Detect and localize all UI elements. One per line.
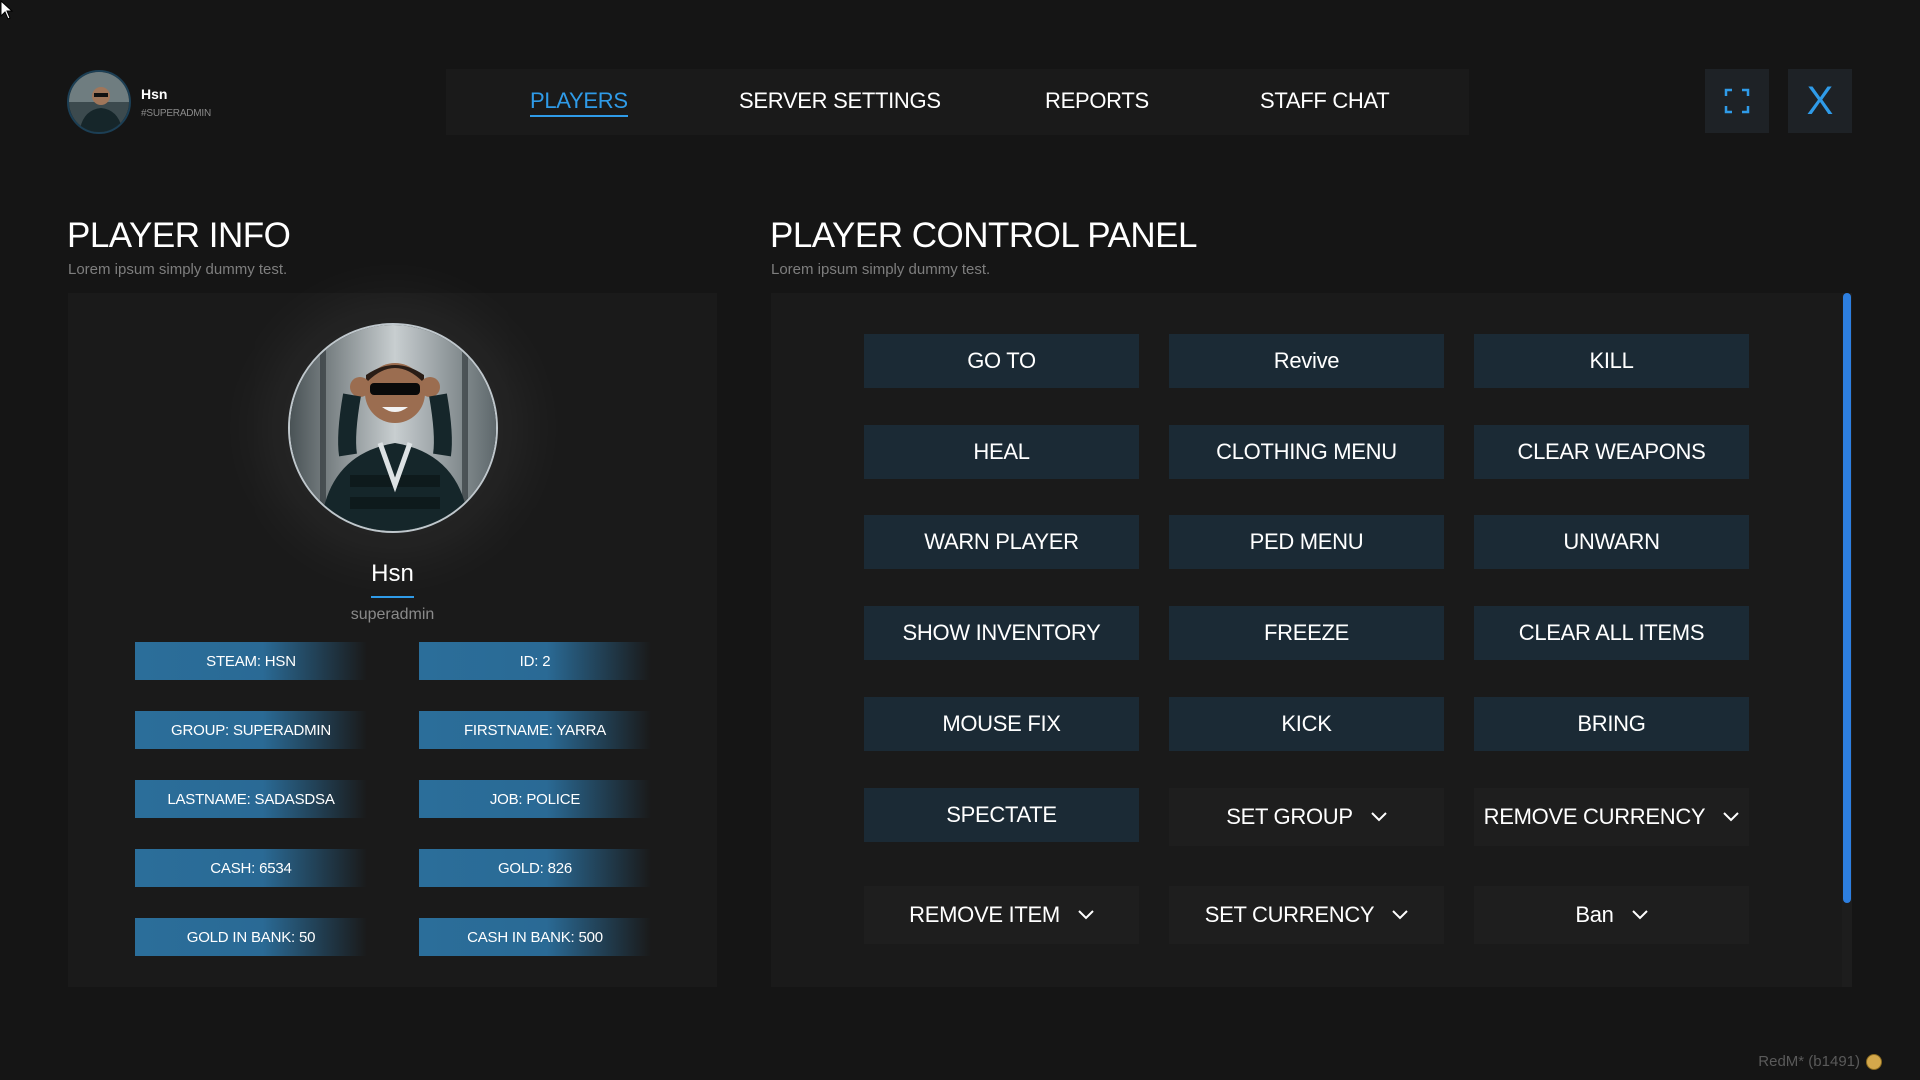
chevron-down-icon: [1392, 910, 1408, 920]
set-group-dropdown[interactable]: SET GROUP: [1169, 788, 1444, 846]
scrollbar[interactable]: [1842, 293, 1852, 987]
control-panel-subtitle: Lorem ipsum simply dummy test.: [771, 261, 991, 278]
stat-job: JOB: POLICE: [419, 780, 651, 818]
stat-lastname: LASTNAME: SADASDSA: [135, 780, 367, 818]
mouse-cursor-icon: [0, 0, 14, 20]
tab-staff-chat[interactable]: STAFF CHAT: [1260, 88, 1390, 114]
stat-gold-in-bank: GOLD IN BANK: 50: [135, 918, 367, 956]
avatar: [67, 70, 131, 134]
version-label: RedM* (b1491): [1758, 1053, 1882, 1070]
user-name: Hsn: [141, 85, 168, 102]
tab-server-settings[interactable]: SERVER SETTINGS: [739, 88, 941, 114]
remove-item-dropdown[interactable]: REMOVE ITEM: [864, 886, 1139, 944]
name-underline: [371, 596, 414, 598]
heal-button[interactable]: HEAL: [864, 425, 1139, 479]
spectate-button[interactable]: SPECTATE: [864, 788, 1139, 842]
player-name: Hsn: [371, 560, 414, 587]
close-button[interactable]: X: [1788, 69, 1852, 133]
player-info-title: PLAYER INFO: [67, 216, 291, 255]
remove-currency-dropdown[interactable]: REMOVE CURRENCY: [1474, 788, 1749, 846]
control-panel-card: GO TO Revive KILL HEAL CLOTHING MENU CLE…: [771, 293, 1852, 987]
set-currency-dropdown[interactable]: SET CURRENCY: [1169, 886, 1444, 944]
kill-button[interactable]: KILL: [1474, 334, 1749, 388]
set-group-label: SET GROUP: [1226, 804, 1353, 829]
bring-button[interactable]: BRING: [1474, 697, 1749, 751]
stat-firstname: FIRSTNAME: YARRA: [419, 711, 651, 749]
close-icon: X: [1806, 78, 1834, 123]
mouse-fix-button[interactable]: MOUSE FIX: [864, 697, 1139, 751]
stat-id: ID: 2: [419, 642, 651, 680]
clothing-menu-button[interactable]: CLOTHING MENU: [1169, 425, 1444, 479]
player-avatar: [288, 323, 498, 533]
chevron-down-icon: [1078, 910, 1094, 920]
set-currency-label: SET CURRENCY: [1204, 902, 1375, 927]
stat-cash: CASH: 6534: [135, 849, 367, 887]
remove-currency-label: REMOVE CURRENCY: [1483, 804, 1706, 829]
stat-cash-in-bank: CASH IN BANK: 500: [419, 918, 651, 956]
tab-players[interactable]: PLAYERS: [530, 88, 628, 117]
user-profile: Hsn #SUPERADMIN: [67, 70, 211, 134]
fullscreen-button[interactable]: [1705, 69, 1769, 133]
player-rank: superadmin: [350, 606, 435, 623]
freeze-button[interactable]: FREEZE: [1169, 606, 1444, 660]
version-text: RedM* (b1491): [1758, 1053, 1860, 1070]
show-inventory-button[interactable]: SHOW INVENTORY: [864, 606, 1139, 660]
chevron-down-icon: [1631, 910, 1648, 920]
player-avatar-wrap: [288, 323, 498, 533]
user-role: #SUPERADMIN: [141, 107, 212, 119]
player-info-subtitle: Lorem ipsum simply dummy test.: [68, 261, 288, 278]
main-nav: PLAYERS SERVER SETTINGS REPORTS STAFF CH…: [446, 69, 1469, 135]
scrollbar-thumb[interactable]: [1843, 293, 1851, 903]
goto-button[interactable]: GO TO: [864, 334, 1139, 388]
remove-item-label: REMOVE ITEM: [909, 902, 1060, 927]
stat-steam: STEAM: HSN: [135, 642, 367, 680]
clear-weapons-button[interactable]: CLEAR WEAPONS: [1474, 425, 1749, 479]
control-panel-title: PLAYER CONTROL PANEL: [770, 216, 1197, 255]
chevron-down-icon: [1723, 812, 1740, 822]
clear-all-items-button[interactable]: CLEAR ALL ITEMS: [1474, 606, 1749, 660]
ban-dropdown[interactable]: Ban: [1474, 886, 1749, 944]
player-info-card: Hsn superadmin STEAM: HSN ID: 2 GROUP: S…: [68, 293, 717, 987]
stat-group: GROUP: SUPERADMIN: [135, 711, 367, 749]
stat-gold: GOLD: 826: [419, 849, 651, 887]
ped-menu-button[interactable]: PED MENU: [1169, 515, 1444, 569]
warn-player-button[interactable]: WARN PLAYER: [864, 515, 1139, 569]
chevron-down-icon: [1371, 812, 1387, 822]
kick-button[interactable]: KICK: [1169, 697, 1444, 751]
ban-label: Ban: [1575, 902, 1614, 927]
redm-logo-icon: [1866, 1053, 1882, 1070]
unwarn-button[interactable]: UNWARN: [1474, 515, 1749, 569]
revive-button[interactable]: Revive: [1169, 334, 1444, 388]
tab-reports[interactable]: REPORTS: [1045, 88, 1149, 114]
fullscreen-icon: [1724, 88, 1750, 114]
